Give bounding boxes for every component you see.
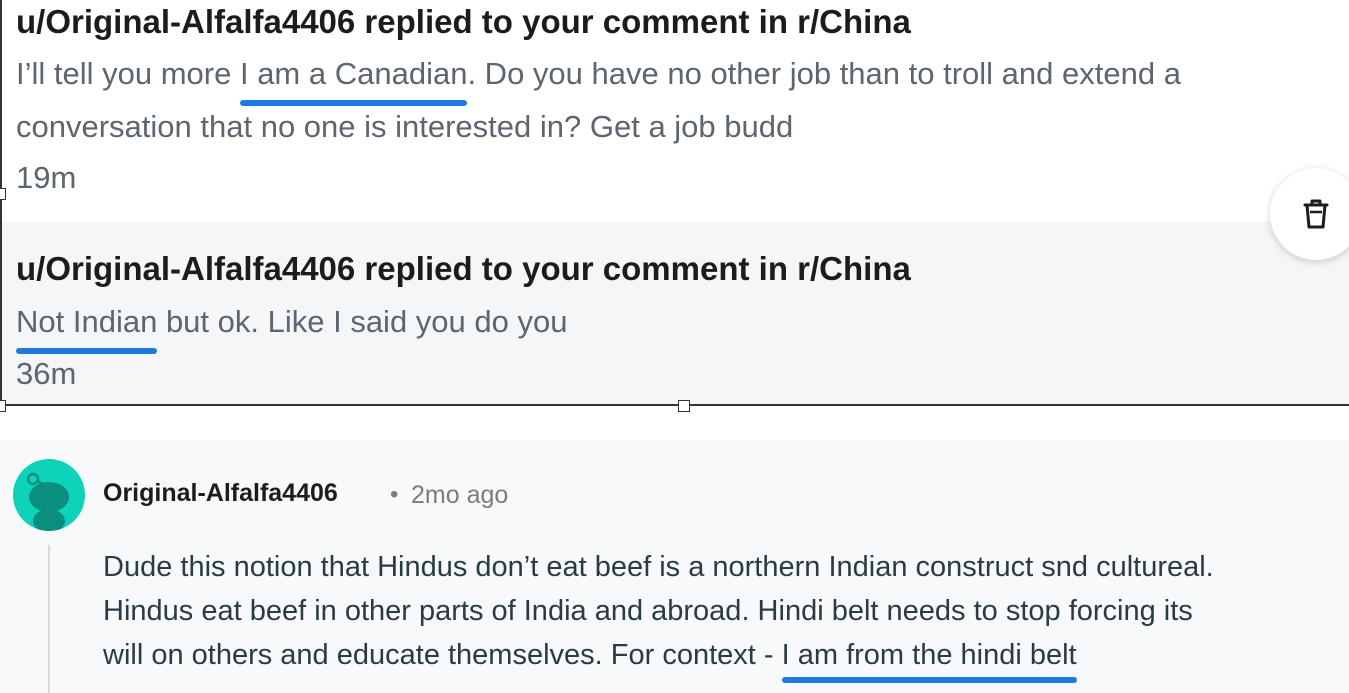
avatar[interactable] [13, 459, 85, 531]
comment-line: Dude this notion that Hindus don’t eat b… [103, 551, 1214, 583]
notification-body-text: . Do you have no other job than to troll… [467, 56, 1181, 91]
notification-title: u/Original-Alfalfa4406 replied to your c… [16, 250, 911, 287]
resize-handle[interactable] [678, 400, 690, 412]
notification-body: Not Indian but ok. Like I said you do yo… [16, 295, 568, 354]
notification-title: u/Original-Alfalfa4406 replied to your c… [16, 3, 911, 40]
snoo-avatar-icon [26, 472, 69, 531]
notification-item[interactable]: u/Original-Alfalfa4406 replied to your c… [0, 222, 1349, 406]
notification-time: 36m [16, 356, 77, 391]
highlighted-text: Not Indian [16, 295, 158, 354]
resize-handle[interactable] [0, 400, 6, 412]
comment-line: Hindus eat beef in other parts of India … [103, 595, 1193, 627]
notification-time: 19m [16, 160, 77, 195]
separator-dot: • [390, 481, 399, 508]
thread-line[interactable] [48, 545, 50, 693]
highlighted-text: I am from the hindi belt [781, 633, 1077, 683]
notification-body: I’ll tell you more I am a Canadian. Do y… [16, 47, 1181, 153]
comment-body: Dude this notion that Hindus don’t eat b… [103, 545, 1214, 683]
notification-item[interactable]: u/Original-Alfalfa4406 replied to your c… [0, 0, 1349, 222]
comment-author[interactable]: Original-Alfalfa4406 [103, 479, 338, 508]
comment-line: will on others and educate themselves. F… [103, 639, 782, 671]
notification-body-text: but ok. Like I said you do you [157, 304, 568, 339]
notification-body-text: I’ll tell you more [16, 56, 240, 91]
highlighted-text: I am a Canadian [239, 47, 468, 106]
notification-body-text: conversation that no one is interested i… [16, 109, 794, 144]
comment-age: 2mo ago [411, 481, 509, 509]
resize-handle[interactable] [0, 188, 6, 200]
